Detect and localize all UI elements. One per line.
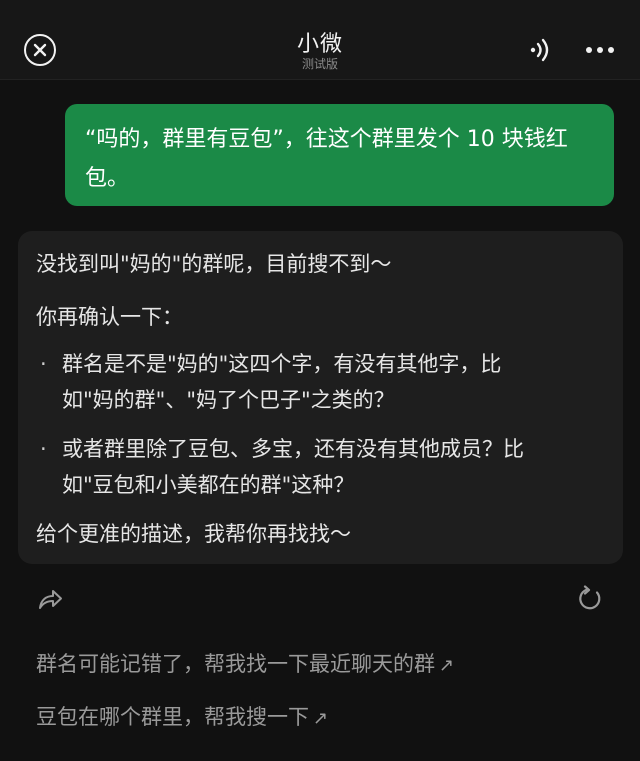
voice-button[interactable] — [526, 36, 554, 64]
reply-bullet: · 或者群里除了豆包、多宝，还有没有其他成员？比 如"豆包和小美都在的群"这种？ — [36, 431, 605, 503]
user-message-bubble: “吗的，群里有豆包”，往这个群里发个 10 块钱红 包。 — [65, 104, 614, 206]
suggestion-chip[interactable]: 豆包在哪个群里，帮我搜一下 ↗ — [36, 701, 328, 731]
suggestion-text: 群名可能记错了，帮我找一下最近聊天的群 — [36, 652, 435, 676]
sound-wave-icon — [530, 38, 549, 62]
reply-bullet-text: 如"豆包和小美都在的群"这种？ — [62, 473, 355, 497]
reply-text: 你再确认一下： — [36, 305, 183, 329]
arrow-up-right-icon: ↗ — [439, 655, 455, 676]
arrow-up-right-icon: ↗ — [313, 708, 329, 729]
more-dots-icon — [586, 47, 614, 53]
reply-bullet: · 群名是不是"妈的"这四个字，有没有其他字，比 如"妈的群"、"妈了个巴子"之… — [36, 346, 605, 418]
regenerate-button[interactable] — [576, 585, 604, 613]
reply-text: 给个更准的描述，我帮你再找找～ — [36, 522, 351, 546]
assistant-reply-card: 没找到叫"妈的"的群呢，目前搜不到～ 你再确认一下： · 群名是不是"妈的"这四… — [18, 231, 623, 564]
suggestion-text: 豆包在哪个群里，帮我搜一下 — [36, 705, 309, 729]
top-bar: 小微 测试版 — [0, 0, 640, 80]
reply-text: 没找到叫"妈的"的群呢，目前搜不到～ — [36, 252, 392, 276]
bullet-marker: · — [40, 437, 47, 461]
more-button[interactable] — [584, 38, 616, 62]
bullet-marker: · — [40, 352, 47, 376]
reply-bullet-text: 如"妈的群"、"妈了个巴子"之类的？ — [62, 388, 395, 412]
share-button[interactable] — [36, 586, 64, 612]
suggestion-chip[interactable]: 群名可能记错了，帮我找一下最近聊天的群 ↗ — [36, 648, 454, 678]
share-icon — [39, 590, 62, 609]
refresh-icon — [579, 585, 601, 610]
reply-bullet-text: 或者群里除了豆包、多宝，还有没有其他成员？比 — [62, 437, 524, 461]
user-message-line: 包。 — [85, 166, 130, 191]
reply-bullet-text: 群名是不是"妈的"这四个字，有没有其他字，比 — [62, 352, 502, 376]
user-message-line: “吗的，群里有豆包”，往这个群里发个 10 块钱红 — [85, 127, 568, 152]
